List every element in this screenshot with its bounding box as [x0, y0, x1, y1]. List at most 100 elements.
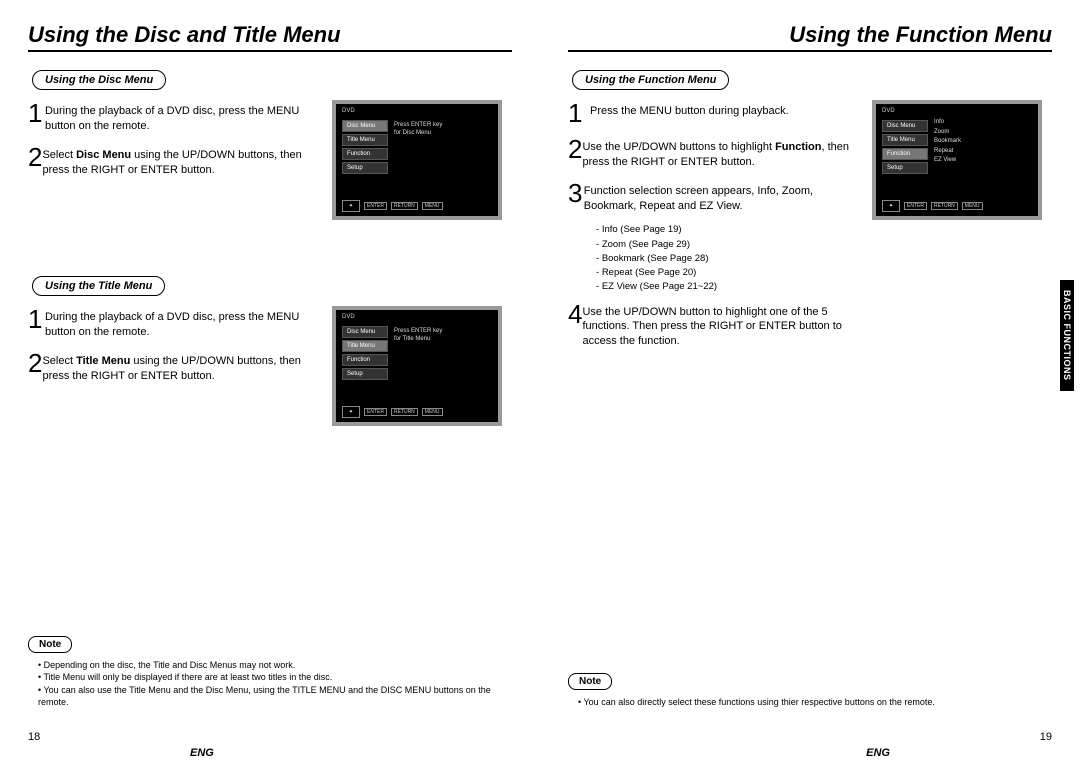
screen-illustration: DVD Disc Menu Title Menu Function Setup …: [332, 306, 502, 426]
sub-item: Bookmark (See Page 28): [596, 252, 864, 266]
lang-label: ENG: [866, 747, 890, 759]
btn: MENU: [422, 408, 443, 416]
nav-icon: ✦: [882, 200, 900, 212]
menu: Disc Menu Title Menu Function Setup: [342, 326, 388, 382]
btn: ENTER: [904, 202, 927, 210]
menu-item: Disc Menu: [882, 120, 928, 132]
step-text: Select Title Menu using the UP/DOWN butt…: [42, 350, 324, 384]
func-item: EZ View: [934, 156, 961, 166]
sub-item: Zoom (See Page 29): [596, 238, 864, 252]
menu: Disc Menu Title Menu Function Setup: [342, 120, 388, 176]
steps-col: 1 During the playback of a DVD disc, pre…: [28, 306, 324, 393]
note-list: You can also directly select these funct…: [578, 696, 1052, 709]
sub-item: Repeat (See Page 20): [596, 266, 864, 280]
content-row: 1 During the playback of a DVD disc, pre…: [28, 100, 512, 240]
note-label: Note: [28, 636, 72, 653]
screen-illustration: DVD Disc Menu Title Menu Function Setup …: [332, 100, 502, 220]
section-pill: Using the Function Menu: [572, 70, 729, 90]
step-text: Select Disc Menu using the UP/DOWN butto…: [42, 144, 324, 178]
bottom-bar: ✦ ENTER RETURN MENU: [882, 200, 1032, 212]
page-title: Using the Disc and Title Menu: [28, 22, 512, 48]
hint: Press ENTER key for Disc Menu: [394, 122, 442, 138]
sub-item: Info (See Page 19): [596, 223, 864, 237]
dvd-label: DVD: [338, 312, 496, 322]
bold: Function: [775, 141, 821, 153]
bottom-bar: ✦ ENTER RETURN MENU: [342, 406, 492, 418]
menu-item: Setup: [342, 162, 388, 174]
sub-item: EZ View (See Page 21~22): [596, 280, 864, 294]
illus-col: DVD Disc Menu Title Menu Function Setup …: [332, 306, 512, 446]
step: 2 Use the UP/DOWN buttons to highlight F…: [568, 136, 864, 170]
step: 2 Select Disc Menu using the UP/DOWN but…: [28, 144, 324, 178]
note-item: Title Menu will only be displayed if the…: [38, 671, 512, 684]
note-block: Note Depending on the disc, the Title an…: [28, 634, 512, 709]
btn: ENTER: [364, 202, 387, 210]
side-tab: BASIC FUNCTIONS: [1060, 280, 1074, 391]
step: 1 During the playback of a DVD disc, pre…: [28, 100, 324, 134]
screen-illustration: DVD Disc Menu Title Menu Function Setup …: [872, 100, 1042, 220]
note-item: You can also use the Title Menu and the …: [38, 684, 512, 709]
note-label: Note: [568, 673, 612, 690]
menu-item: Function: [342, 148, 388, 160]
sublist: Info (See Page 19) Zoom (See Page 29) Bo…: [596, 223, 864, 294]
text: Use the UP/DOWN buttons to highlight: [582, 141, 775, 153]
step-num: 1: [28, 306, 45, 332]
page-left: Using the Disc and Title Menu Using the …: [0, 0, 540, 765]
btn: RETURN: [391, 202, 418, 210]
nav-icon: ✦: [342, 200, 360, 212]
menu-item: Function: [882, 148, 928, 160]
bottom-bar: ✦ ENTER RETURN MENU: [342, 200, 492, 212]
illus-col: DVD Disc Menu Title Menu Function Setup …: [332, 100, 512, 240]
menu-item: Function: [342, 354, 388, 366]
bold: Title Menu: [76, 355, 130, 367]
func-item: Bookmark: [934, 137, 961, 147]
btn: RETURN: [391, 408, 418, 416]
func-item: Zoom: [934, 128, 961, 138]
lang-label: ENG: [190, 747, 214, 759]
btn: MENU: [422, 202, 443, 210]
text: Select: [42, 149, 76, 161]
page-title: Using the Function Menu: [568, 22, 1052, 48]
step: 3 Function selection screen appears, Inf…: [568, 180, 864, 214]
step-num: 1: [28, 100, 45, 126]
step-num: 3: [568, 180, 584, 206]
step-num: 1: [568, 100, 590, 126]
note-list: Depending on the disc, the Title and Dis…: [38, 659, 512, 709]
page-number: 18: [28, 731, 40, 743]
menu-item: Setup: [342, 368, 388, 380]
step-text: Function selection screen appears, Info,…: [584, 180, 864, 214]
dvd-label: DVD: [878, 106, 1036, 116]
section-pill: Using the Disc Menu: [32, 70, 166, 90]
step-num: 2: [28, 144, 42, 170]
note-item: You can also directly select these funct…: [578, 696, 1052, 709]
step-text: During the playback of a DVD disc, press…: [45, 306, 324, 340]
page-number: 19: [1040, 731, 1052, 743]
steps-col: 1 Press the MENU button during playback.…: [568, 100, 864, 359]
func-item: Info: [934, 118, 961, 128]
text: Press ENTER key: [394, 122, 442, 128]
illus-col: DVD Disc Menu Title Menu Function Setup …: [872, 100, 1052, 240]
step: 2 Select Title Menu using the UP/DOWN bu…: [28, 350, 324, 384]
menu-item: Disc Menu: [342, 120, 388, 132]
rule: [568, 50, 1052, 52]
menu-item: Title Menu: [342, 134, 388, 146]
note-block: Note You can also directly select these …: [568, 671, 1052, 709]
btn: ENTER: [364, 408, 387, 416]
steps-col: 1 During the playback of a DVD disc, pre…: [28, 100, 324, 187]
text: Press ENTER key: [394, 328, 442, 334]
step-num: 2: [568, 136, 582, 162]
btn: MENU: [962, 202, 983, 210]
func-item: Repeat: [934, 147, 961, 157]
menu-item: Title Menu: [342, 340, 388, 352]
step-num: 2: [28, 350, 42, 376]
content-row: 1 During the playback of a DVD disc, pre…: [28, 306, 512, 446]
rule: [28, 50, 512, 52]
menu-item: Disc Menu: [342, 326, 388, 338]
dvd-label: DVD: [338, 106, 496, 116]
hint: Press ENTER key for Title Menu: [394, 328, 442, 344]
content-row: 1 Press the MENU button during playback.…: [568, 100, 1052, 359]
step: 1 Press the MENU button during playback.: [568, 100, 864, 126]
step-num: 4: [568, 301, 582, 327]
bold: Disc Menu: [76, 149, 131, 161]
page-right: Using the Function Menu Using the Functi…: [540, 0, 1080, 765]
